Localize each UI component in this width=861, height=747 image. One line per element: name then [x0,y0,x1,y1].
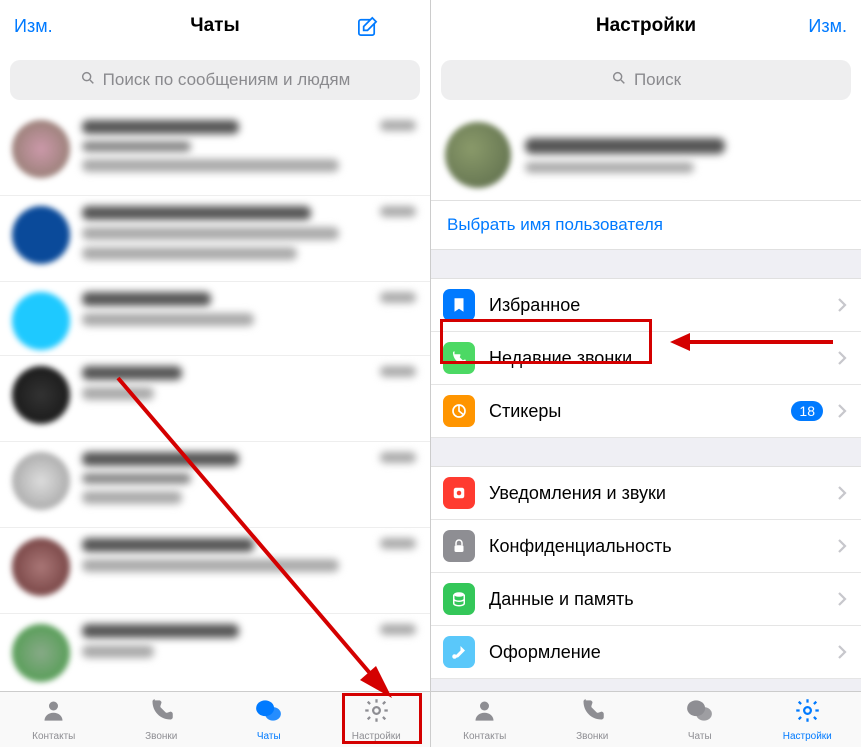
chat-row[interactable] [0,196,430,282]
badge: 18 [791,401,823,421]
gear-icon [794,697,821,729]
chats-header: Изм. Чаты [0,0,430,52]
phone-icon [148,697,175,729]
settings-screen: Настройки Изм. Поиск [431,0,861,747]
chat-row[interactable] [0,356,430,442]
search-placeholder: Поиск по сообщениям и людям [103,70,351,90]
tab-label: Контакты [32,731,75,742]
chats-screen: Изм. Чаты Поиск по сообщениям и люд [0,0,431,747]
chat-row[interactable] [0,110,430,196]
tab-label: Чаты [688,731,712,742]
tab-chats[interactable]: Чаты [215,692,323,747]
tab-calls[interactable]: Звонки [108,692,216,747]
profile-phone [525,162,694,173]
chat-row[interactable] [0,614,430,691]
cell-label: Уведомления и звуки [489,483,823,504]
tab-label: Контакты [463,731,506,742]
avatar [12,206,70,264]
chevron-right-icon [837,485,847,501]
bookmark-icon [443,289,475,321]
chat-list [0,110,430,691]
profile-name [525,138,725,154]
cell-label: Конфиденциальность [489,536,823,557]
tab-label: Звонки [145,731,177,742]
search-input[interactable]: Поиск по сообщениям и людям [10,60,420,100]
search-icon [80,70,96,91]
avatar [445,122,511,188]
avatar [12,538,70,596]
cell-stickers[interactable]: Стикеры 18 [431,385,861,438]
cell-privacy[interactable]: Конфиденциальность [431,520,861,573]
chat-row[interactable] [0,282,430,356]
tab-label: Настройки [352,731,401,742]
compose-icon [356,15,416,38]
tab-contacts[interactable]: Контакты [0,692,108,747]
compose-button[interactable] [356,15,416,38]
edit-button[interactable]: Изм. [787,16,847,37]
search-placeholder: Поиск [634,70,681,90]
settings-header: Настройки Изм. [431,0,861,52]
avatar [12,624,70,682]
chats-icon [255,697,282,729]
tab-bar: Контакты Звонки Чаты Настройки [431,691,861,747]
phone-icon [443,342,475,374]
chevron-right-icon [837,297,847,313]
tab-chats[interactable]: Чаты [646,692,754,747]
tab-settings[interactable]: Настройки [323,692,431,747]
chevron-right-icon [837,644,847,660]
database-icon [443,583,475,615]
tab-label: Звонки [576,731,608,742]
tab-label: Чаты [257,731,281,742]
cell-notifications[interactable]: Уведомления и звуки [431,466,861,520]
tab-label: Настройки [783,731,832,742]
tab-settings[interactable]: Настройки [754,692,861,747]
settings-list: Выбрать имя пользователя Избранное Недав… [431,110,861,691]
edit-button[interactable]: Изм. [14,16,74,37]
chevron-right-icon [837,538,847,554]
avatar [12,452,70,510]
tab-contacts[interactable]: Контакты [431,692,539,747]
chat-row[interactable] [0,442,430,528]
tab-calls[interactable]: Звонки [539,692,647,747]
bell-icon [443,477,475,509]
sticker-icon [443,395,475,427]
brush-icon [443,636,475,668]
gear-icon [363,697,390,729]
profile-row[interactable] [431,110,861,201]
cell-label: Недавние звонки [489,348,823,369]
chats-icon [686,697,713,729]
cell-label: Стикеры [489,401,777,422]
chevron-right-icon [837,591,847,607]
cell-label: Данные и память [489,589,823,610]
avatar [12,366,70,424]
choose-username-link[interactable]: Выбрать имя пользователя [431,201,861,250]
cell-label: Избранное [489,295,823,316]
chevron-right-icon [837,403,847,419]
cell-label: Оформление [489,642,823,663]
contacts-icon [471,697,498,729]
cell-appearance[interactable]: Оформление [431,626,861,679]
cell-favorites[interactable]: Избранное [431,278,861,332]
chat-row[interactable] [0,528,430,614]
phone-icon [579,697,606,729]
search-input[interactable]: Поиск [441,60,851,100]
avatar [12,292,70,350]
cell-data-storage[interactable]: Данные и память [431,573,861,626]
tab-bar: Контакты Звонки Чаты Настройки [0,691,430,747]
contacts-icon [40,697,67,729]
search-icon [611,70,627,91]
lock-icon [443,530,475,562]
avatar [12,120,70,178]
cell-recent-calls[interactable]: Недавние звонки [431,332,861,385]
chevron-right-icon [837,350,847,366]
